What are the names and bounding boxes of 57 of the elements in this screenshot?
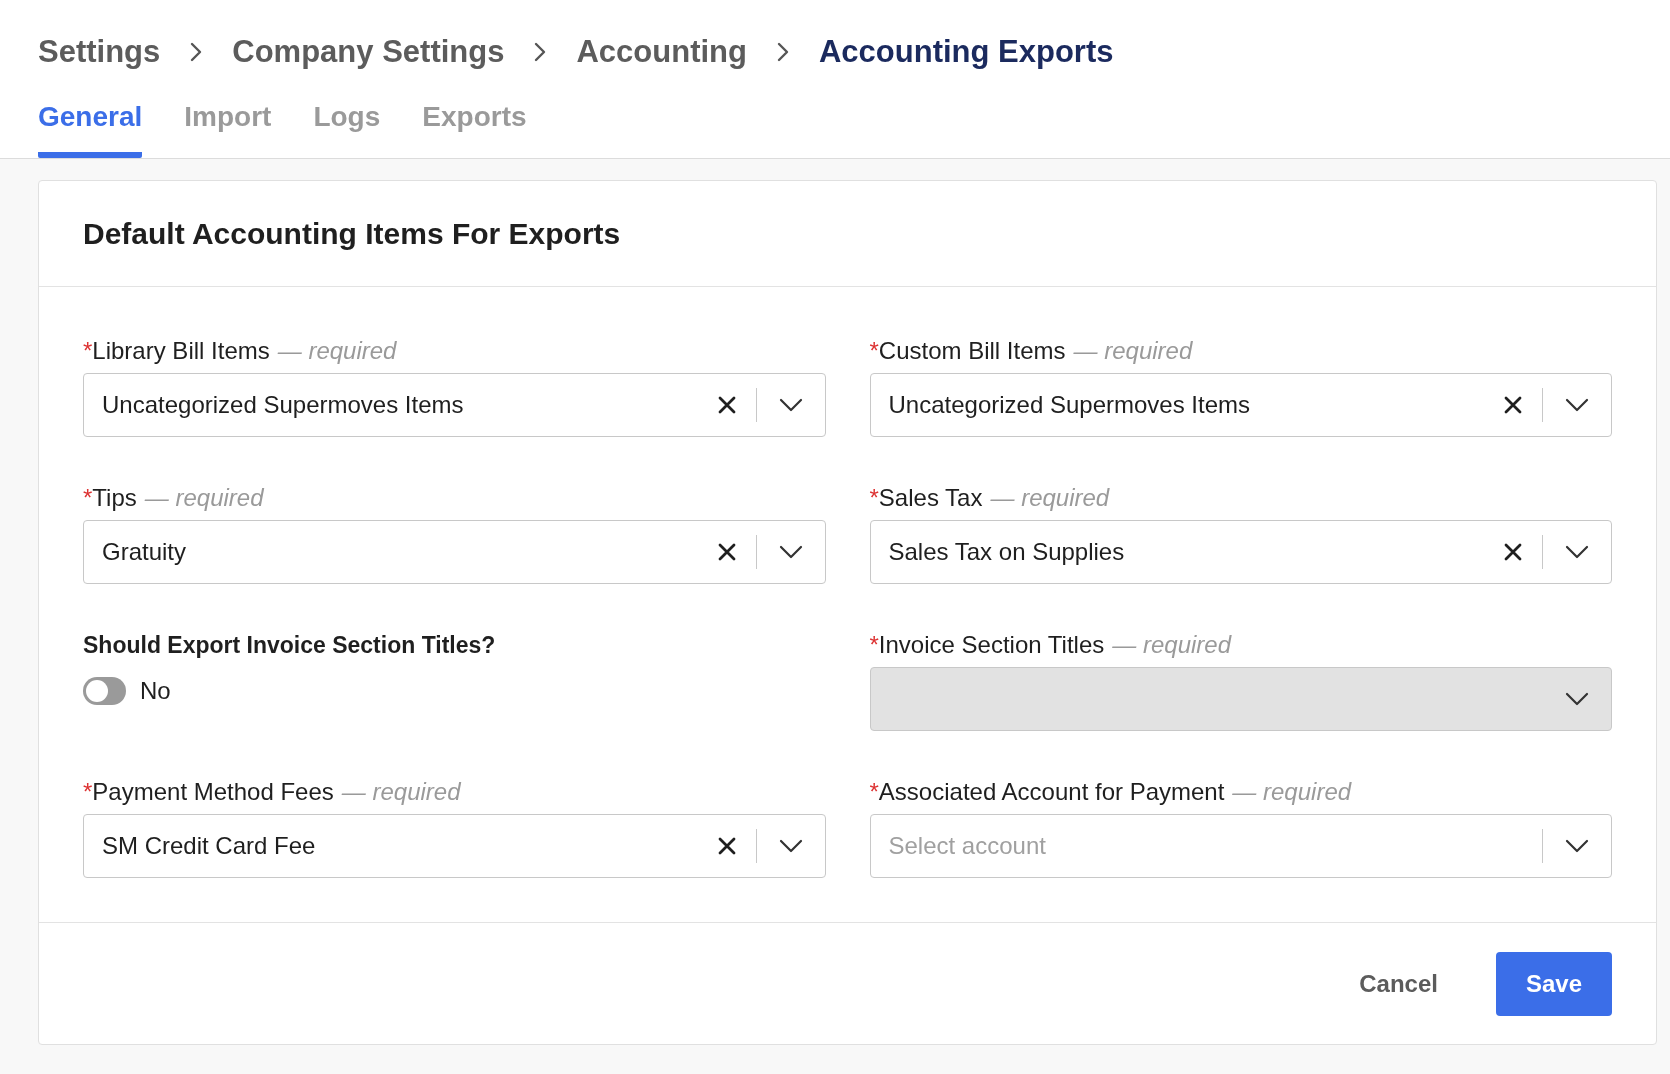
required-hint: — required [1112, 630, 1232, 660]
field-label: Should Export Invoice Section Titles? [83, 631, 497, 660]
breadcrumb-link[interactable]: Accounting [576, 28, 747, 76]
clear-icon[interactable] [1504, 396, 1522, 414]
field-label: Sales Tax [878, 483, 983, 513]
clear-icon[interactable] [717, 543, 736, 561]
chevron-down-icon [778, 545, 803, 559]
required-asterisk: * [83, 777, 93, 807]
select-field[interactable]: Gratuity [83, 520, 826, 584]
chevron-right-icon [776, 42, 789, 62]
select-placeholder: Select account [888, 832, 1046, 859]
field-label: Custom Bill Items [878, 336, 1066, 366]
required-asterisk: * [869, 336, 879, 366]
select-value: Uncategorized Supermoves Items [102, 391, 464, 418]
select-field[interactable]: Uncategorized Supermoves Items [869, 373, 1612, 437]
field-label: Payment Method Fees [92, 777, 334, 807]
required-asterisk: * [83, 336, 93, 366]
required-asterisk: * [83, 483, 93, 513]
select-value: Sales Tax on Supplies [888, 538, 1125, 565]
chevron-down-icon [1565, 545, 1589, 559]
required-hint: — required [341, 777, 461, 807]
chevron-right-icon [534, 42, 547, 62]
clear-icon[interactable] [717, 837, 736, 855]
required-hint: — required [277, 336, 397, 366]
clear-icon[interactable] [1504, 543, 1522, 561]
clear-icon[interactable] [717, 396, 736, 414]
required-hint: — required [1232, 777, 1352, 807]
breadcrumb-link[interactable]: Company Settings [232, 28, 505, 76]
toggle-label: No [140, 676, 171, 706]
field-label: Tips [92, 483, 137, 513]
required-asterisk: * [869, 777, 879, 807]
select-value: SM Credit Card Fee [102, 832, 316, 859]
field-label: Library Bill Items [92, 336, 270, 366]
required-hint: — required [1073, 336, 1193, 366]
field-label: Invoice Section Titles [878, 630, 1105, 660]
chevron-down-icon [778, 398, 803, 412]
chevron-down-icon [1565, 692, 1589, 706]
required-asterisk: * [869, 630, 879, 660]
tab[interactable]: General [38, 96, 143, 158]
required-asterisk: * [869, 483, 879, 513]
select-value: Gratuity [102, 538, 187, 565]
required-hint: — required [990, 483, 1110, 513]
toggle-switch[interactable] [83, 677, 126, 705]
field-label: Associated Account for Payment [878, 777, 1225, 807]
select-value: Uncategorized Supermoves Items [888, 391, 1250, 418]
save-button[interactable]: Save [1495, 951, 1612, 1016]
chevron-down-icon [1565, 398, 1589, 412]
cancel-button[interactable]: Cancel [1359, 951, 1438, 1016]
chevron-right-icon [190, 42, 203, 62]
breadcrumb-link[interactable]: Settings [38, 28, 161, 76]
select-field[interactable]: Uncategorized Supermoves Items [83, 373, 826, 437]
chevron-down-icon [778, 839, 803, 853]
required-hint: — required [144, 483, 264, 513]
select-field[interactable]: SM Credit Card Fee [83, 814, 826, 878]
select-field[interactable]: Sales Tax on Supplies [869, 520, 1612, 584]
card-title: Default Accounting Items For Exports [83, 216, 621, 252]
chevron-down-icon [1565, 839, 1589, 853]
